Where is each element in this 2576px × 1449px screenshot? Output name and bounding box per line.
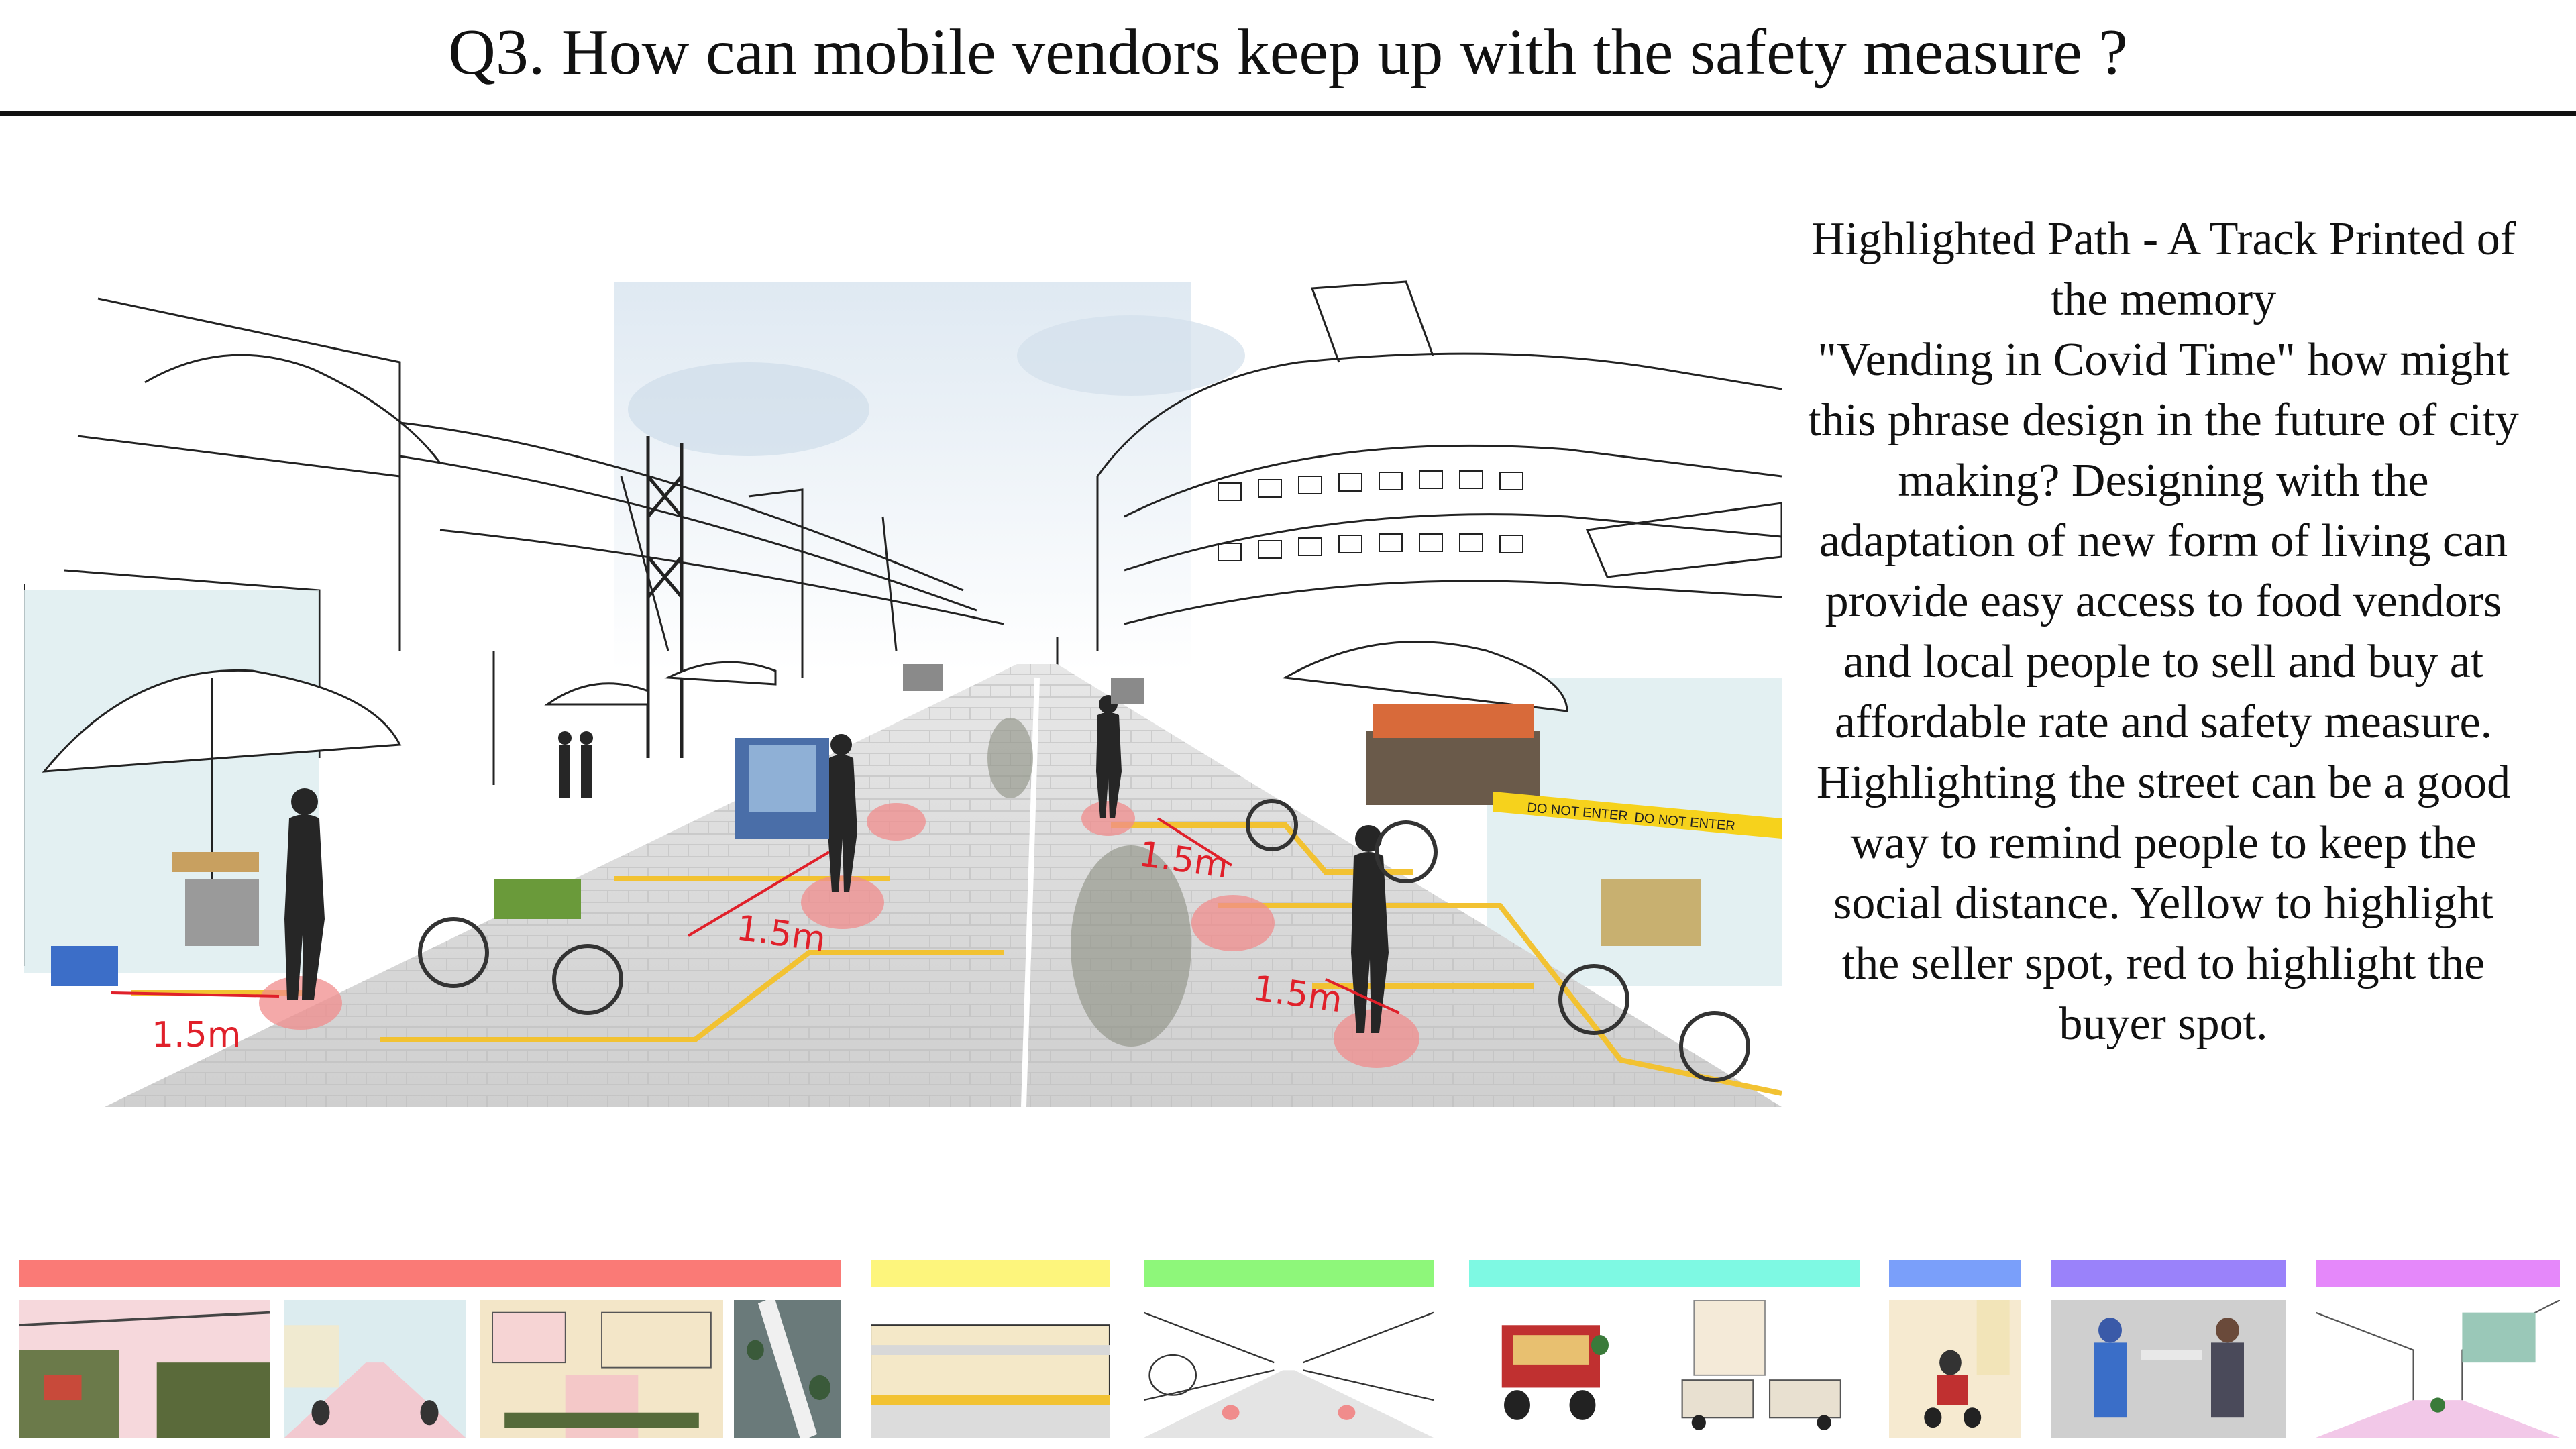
tuk-tuk-cart-icon <box>1469 1300 1644 1438</box>
color-swatch-red <box>19 1260 841 1287</box>
aerial-photo-icon <box>734 1300 841 1438</box>
food-handover-photo-icon <box>2051 1300 2286 1438</box>
tuk-tuk-sketch-icon <box>1670 1300 1860 1438</box>
page-title: Q3. How can mobile vendors keep up with … <box>448 16 2128 89</box>
description-line: the seller spot, red to highlight the <box>1841 938 2485 989</box>
distance-label: 1.5m <box>152 1015 241 1055</box>
description-line: and local people to sell and buy at <box>1843 636 2484 688</box>
description-line: adaptation of new form of living can <box>1819 515 2508 567</box>
description-line: social distance. Yellow to highlight <box>1833 877 2493 929</box>
color-swatch-blue <box>1889 1260 2021 1287</box>
description-line: this phrase design in the future of city <box>1808 394 2519 446</box>
description-line: Highlighting the street can be a good <box>1816 757 2511 808</box>
color-swatch-green <box>1144 1260 1434 1287</box>
facade-sketch-icon <box>871 1300 1110 1438</box>
street-perspective-icon <box>1144 1300 1434 1438</box>
market-photo-collage-icon <box>19 1300 270 1438</box>
street-corner-sketch-icon <box>2316 1300 2560 1438</box>
title-divider <box>0 111 2576 116</box>
description-line: the memory <box>2050 274 2277 325</box>
color-swatch-pink <box>2316 1260 2560 1287</box>
street-illustration: DO NOT ENTER DO NOT ENTER 1.5m 1.5m 1.5m… <box>23 275 1783 1114</box>
description-line: making? Designing with the <box>1898 455 2429 506</box>
description-line: way to remind people to keep the <box>1850 817 2477 869</box>
description-line: provide easy access to food vendors <box>1825 576 2502 627</box>
building-sketch-icon <box>480 1300 723 1438</box>
description-line: "Vending in Covid Time" how might <box>1817 334 2510 386</box>
street-sketch-icon <box>284 1300 466 1438</box>
description-line: Highlighted Path - A Track Printed of <box>1811 213 2516 265</box>
description-line: affordable rate and safety measure. <box>1834 696 2493 748</box>
description-line: buyer spot. <box>2059 998 2268 1050</box>
street-scene-icon: DO NOT ENTER DO NOT ENTER 1.5m 1.5m 1.5m… <box>23 280 1783 1108</box>
motorbike-vendor-icon <box>1889 1300 2021 1438</box>
color-swatch-teal <box>1469 1260 1860 1287</box>
color-swatch-violet <box>2051 1260 2286 1287</box>
color-swatch-yellow <box>871 1260 1110 1287</box>
description-text: Highlighted Path - A Track Printed of th… <box>1774 209 2553 1055</box>
